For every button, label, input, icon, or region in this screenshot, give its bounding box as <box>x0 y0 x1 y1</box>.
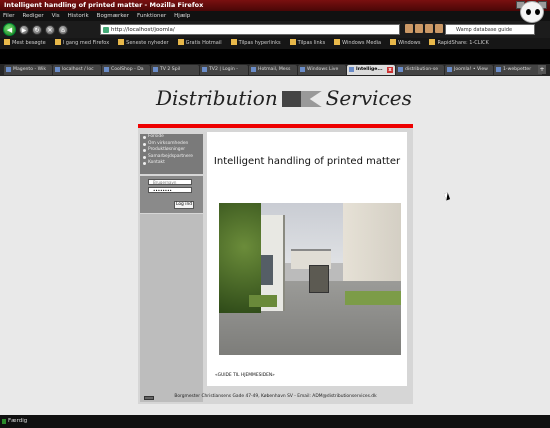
tab[interactable]: localhost / loc <box>53 65 101 75</box>
bookmark-item[interactable]: Tilpas links <box>290 38 326 49</box>
bookmark-item[interactable]: I gang med Firefox <box>55 38 110 49</box>
bookmark-item[interactable]: Gratis Hotmail <box>178 38 222 49</box>
sidebar-panel <box>140 214 203 402</box>
url-bar[interactable]: http://localhost/joomla/ <box>100 24 400 35</box>
tab-label: Intellige... <box>356 67 383 72</box>
home-icon[interactable]: ⌂ <box>58 24 68 35</box>
menu-file[interactable]: Filer <box>3 11 14 21</box>
bookmarks-toolbar: Mest besøgte I gang med Firefox Seneste … <box>0 38 550 49</box>
page-viewport: Distribution Services Forside Om virksomh… <box>0 76 550 415</box>
mouse-cursor-icon <box>443 192 451 201</box>
navigation-toolbar: ◀ ▶ ↻ ✕ ⌂ http://localhost/joomla/ Wamp … <box>0 21 550 38</box>
site-container: Forside Om virksomheden Produktløsninger… <box>138 124 413 404</box>
menu-history[interactable]: Historik <box>68 11 89 21</box>
username-field[interactable] <box>148 179 192 185</box>
logo-text-right: Services <box>325 86 412 110</box>
site-favicon-icon <box>103 27 109 33</box>
search-text: Wamp database guide <box>456 27 513 33</box>
rss-icon[interactable] <box>405 24 413 33</box>
tab-bar: Magento - Wik localhost / loc CoolShop -… <box>0 64 550 76</box>
tab[interactable]: TV2 | Login - <box>200 65 248 75</box>
reload-icon[interactable]: ↻ <box>32 24 42 35</box>
page-title: Intelligent handling of printed matter <box>213 156 401 167</box>
tab[interactable]: 1-webpetter <box>494 65 542 75</box>
status-bar: Færdig <box>0 415 550 428</box>
main-menu: Forside Om virksomheden Produktløsninger… <box>140 134 203 174</box>
menu-item-contact[interactable]: Kontakt <box>140 160 203 167</box>
bookmark-item[interactable]: Windows Media <box>334 38 381 49</box>
menu-view[interactable]: Vis <box>52 11 60 21</box>
forward-icon[interactable]: ▶ <box>19 24 29 35</box>
login-button[interactable]: Log ind <box>174 201 194 209</box>
logo-text-left: Distribution <box>156 86 278 110</box>
tab[interactable]: Joomla! • View <box>445 65 493 75</box>
bookmark-item[interactable]: Seneste nyheder <box>118 38 168 49</box>
menu-bookmarks[interactable]: Bogmærker <box>97 11 129 21</box>
menu-tools[interactable]: Funktioner <box>137 11 166 21</box>
tab[interactable]: CoolShop - Da <box>102 65 150 75</box>
site-logo: Distribution Services <box>156 86 412 110</box>
search-input[interactable]: Wamp database guide <box>445 24 535 35</box>
bookmark-item[interactable]: Tilpas hyperlinks <box>231 38 281 49</box>
back-icon[interactable]: ◀ <box>3 23 16 36</box>
bookmark-item[interactable]: Mest besøgte <box>4 38 46 49</box>
skull-theme-icon <box>520 1 544 23</box>
bookmark-item[interactable]: Windows <box>390 38 420 49</box>
tab-close-icon[interactable]: x <box>387 67 393 73</box>
tab[interactable]: Hotmail, Mess <box>249 65 297 75</box>
guide-link[interactable]: «GUIDE TIL HJEMMESIDEN» <box>215 373 275 378</box>
toolbar-icons <box>405 24 443 33</box>
addon-icon[interactable] <box>415 24 423 33</box>
bookmark-item[interactable]: RapidShare: 1-CLICK <box>429 38 488 49</box>
window-titlebar: Intelligent handling of printed matter -… <box>0 0 550 11</box>
main-content: Intelligent handling of printed matter «… <box>207 132 407 386</box>
tab[interactable]: TV 2 Spil <box>151 65 199 75</box>
tab-active[interactable]: Intellige... x <box>347 65 395 75</box>
tab[interactable]: Windows Live <box>298 65 346 75</box>
stop-icon[interactable]: ✕ <box>45 24 55 35</box>
tab[interactable]: distribution-se <box>396 65 444 75</box>
logo-mark-icon <box>281 91 322 107</box>
menu-edit[interactable]: Rediger <box>22 11 43 21</box>
status-text: Færdig <box>8 418 28 424</box>
addon-icon-2[interactable] <box>435 24 443 33</box>
new-tab-button[interactable]: + <box>538 65 546 74</box>
site-footer: Borgmester Christiansens Gade 47-49, Køb… <box>174 394 377 399</box>
building-photo <box>219 203 401 355</box>
window-title: Intelligent handling of printed matter -… <box>4 1 204 9</box>
password-field[interactable] <box>148 187 192 193</box>
menu-help[interactable]: Hjælp <box>174 11 190 21</box>
menu-bar: Filer Rediger Vis Historik Bogmærker Fun… <box>0 11 550 21</box>
url-text: http://localhost/joomla/ <box>111 27 175 33</box>
login-form: Log ind <box>140 176 203 213</box>
bookmark-star-icon[interactable] <box>425 24 433 33</box>
tab[interactable]: Magento - Wik <box>4 65 52 75</box>
